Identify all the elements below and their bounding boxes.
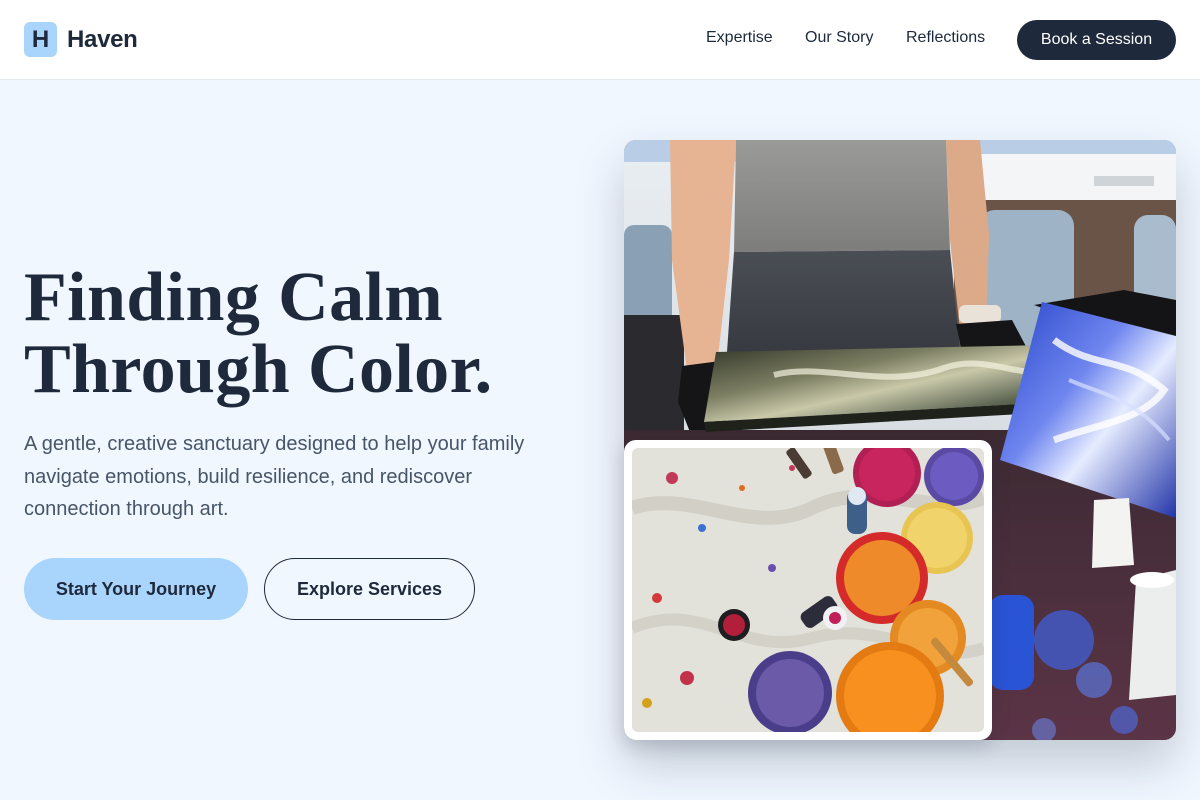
hero-title-line-1: Finding Calm xyxy=(24,259,444,336)
hero-subtitle: A gentle, creative sanctuary designed to… xyxy=(24,433,525,520)
hero-title: Finding Calm Through Color. xyxy=(24,262,584,406)
start-journey-button[interactable]: Start Your Journey xyxy=(24,558,248,620)
hero-title-line-2: Through Color. xyxy=(24,331,493,408)
site-header: H Haven Expertise Our Story Reflections … xyxy=(0,0,1200,80)
brand-name: Haven xyxy=(67,25,138,53)
explore-services-button[interactable]: Explore Services xyxy=(264,558,475,620)
paint-cups-photo-card xyxy=(624,440,992,740)
paint-cups-photo-icon xyxy=(632,448,984,732)
paint-cups-photo xyxy=(632,448,984,732)
logo-mark-icon: H xyxy=(24,22,57,57)
nav-link-reflections[interactable]: Reflections xyxy=(906,29,985,47)
nav-link-expertise[interactable]: Expertise xyxy=(706,29,773,47)
book-session-button[interactable]: Book a Session xyxy=(1017,20,1176,60)
brand-logo[interactable]: H Haven xyxy=(24,22,138,57)
nav-link-our-story[interactable]: Our Story xyxy=(805,29,873,47)
